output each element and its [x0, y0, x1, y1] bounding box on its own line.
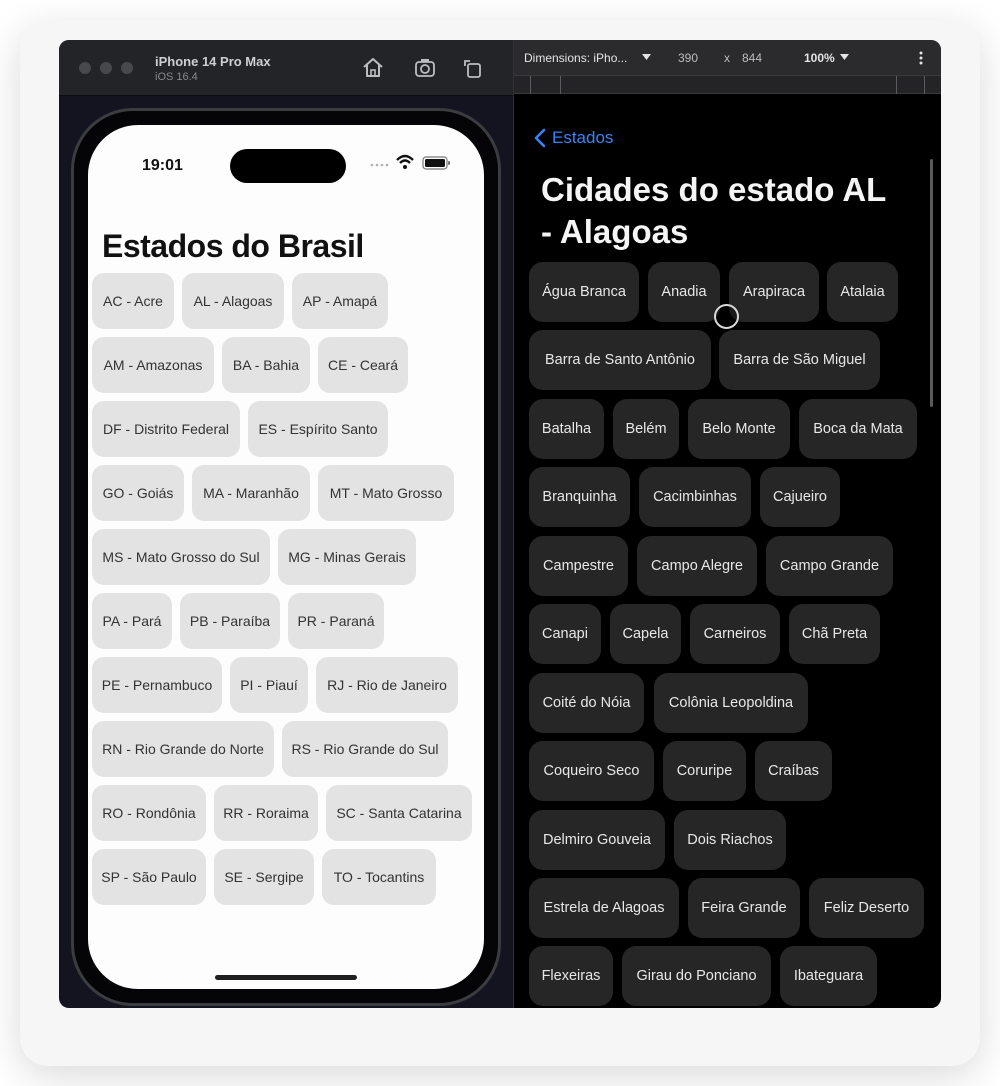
city-button[interactable]: Coqueiro Seco	[529, 741, 654, 801]
state-button-rr[interactable]: RR - Roraima	[214, 785, 318, 841]
more-options-icon[interactable]	[918, 50, 924, 66]
dimensions-separator: x	[724, 51, 730, 65]
web-viewport: Estados Cidades do estado AL - Alagoas Á…	[524, 114, 934, 1008]
city-button[interactable]: Barra de Santo Antônio	[529, 330, 711, 390]
state-button-ap[interactable]: AP - Amapá	[292, 273, 388, 329]
wifi-icon	[396, 154, 414, 169]
state-button-mg[interactable]: MG - Minas Gerais	[278, 529, 416, 585]
viewport-height-input[interactable]: 844	[742, 51, 762, 65]
city-button[interactable]: Cajueiro	[760, 467, 840, 527]
city-button[interactable]: Coruripe	[663, 741, 746, 801]
device-dimensions-select[interactable]: Dimensions: iPho...	[524, 51, 627, 65]
city-button[interactable]: Branquinha	[529, 467, 630, 527]
zoom-select[interactable]: 100%	[804, 51, 835, 65]
home-icon[interactable]	[361, 56, 385, 80]
chevron-left-icon	[534, 128, 546, 148]
city-button[interactable]: Carneiros	[690, 604, 780, 664]
state-button-ba[interactable]: BA - Bahia	[222, 337, 310, 393]
city-button[interactable]: Chã Preta	[789, 604, 880, 664]
city-button[interactable]: Boca da Mata	[799, 399, 917, 459]
city-button[interactable]: Campo Alegre	[637, 536, 757, 596]
state-button-ro[interactable]: RO - Rondônia	[92, 785, 206, 841]
state-button-ms[interactable]: MS - Mato Grosso do Sul	[92, 529, 270, 585]
state-button-sc[interactable]: SC - Santa Catarina	[326, 785, 472, 841]
city-button[interactable]: Girau do Ponciano	[622, 946, 771, 1006]
browser-device-preview: Dimensions: iPho... 390 x 844 100% Estad…	[513, 40, 941, 1008]
phone-screen: 19:01 Estados do Brasil AC - Acre AL - A…	[88, 125, 484, 989]
state-button-pr[interactable]: PR - Paraná	[288, 593, 384, 649]
screenshot-icon[interactable]	[413, 56, 437, 80]
state-button-ce[interactable]: CE - Ceará	[318, 337, 408, 393]
city-button[interactable]: Dois Riachos	[674, 810, 786, 870]
city-button[interactable]: Feira Grande	[688, 878, 800, 938]
city-button[interactable]: Ibateguara	[780, 946, 877, 1006]
city-button[interactable]: Arapiraca	[729, 262, 819, 322]
device-name: iPhone 14 Pro Max	[155, 54, 271, 69]
state-button-df[interactable]: DF - Distrito Federal	[92, 401, 240, 457]
city-button[interactable]: Anadia	[648, 262, 720, 322]
status-time: 19:01	[142, 157, 183, 174]
close-window-button[interactable]	[79, 62, 91, 74]
dropdown-caret-icon[interactable]	[642, 53, 651, 61]
city-button[interactable]: Coité do Nóia	[529, 673, 644, 733]
home-indicator[interactable]	[215, 975, 357, 980]
state-button-rn[interactable]: RN - Rio Grande do Norte	[92, 721, 274, 777]
city-button[interactable]: Belém	[613, 399, 679, 459]
page-title: Cidades do estado AL - Alagoas	[541, 171, 886, 250]
city-button[interactable]: Atalaia	[827, 262, 898, 322]
city-button[interactable]: Campo Grande	[766, 536, 893, 596]
iphone-frame: 19:01 Estados do Brasil AC - Acre AL - A…	[71, 108, 501, 1006]
page-title: Estados do Brasil	[102, 228, 364, 264]
state-button-rj[interactable]: RJ - Rio de Janeiro	[316, 657, 458, 713]
devtools-toolbar: Dimensions: iPho... 390 x 844 100%	[514, 40, 941, 76]
back-button-label: Estados	[552, 128, 614, 147]
city-button[interactable]: Feliz Deserto	[809, 878, 924, 938]
city-button[interactable]: Craíbas	[755, 741, 832, 801]
zoom-window-button[interactable]	[121, 62, 133, 74]
scrollbar-thumb[interactable]	[930, 159, 933, 407]
back-button[interactable]: Estados	[534, 126, 613, 150]
simulator-titlebar: iPhone 14 Pro Max iOS 16.4	[59, 40, 513, 96]
rotate-icon[interactable]	[461, 56, 485, 80]
city-button[interactable]: Estrela de Alagoas	[529, 878, 679, 938]
city-button[interactable]: Capela	[610, 604, 681, 664]
touch-cursor-icon	[714, 304, 739, 329]
city-button[interactable]: Colônia Leopoldina	[654, 673, 808, 733]
state-button-mt[interactable]: MT - Mato Grosso	[318, 465, 454, 521]
state-button-rs[interactable]: RS - Rio Grande do Sul	[282, 721, 448, 777]
minimize-window-button[interactable]	[100, 62, 112, 74]
state-button-ma[interactable]: MA - Maranhão	[192, 465, 310, 521]
state-button-pi[interactable]: PI - Piauí	[230, 657, 308, 713]
os-version: iOS 16.4	[155, 71, 198, 83]
state-button-se[interactable]: SE - Sergipe	[214, 849, 314, 905]
city-button[interactable]: Delmiro Gouveia	[529, 810, 665, 870]
city-button[interactable]: Água Branca	[529, 262, 639, 322]
city-button[interactable]: Belo Monte	[688, 399, 790, 459]
state-button-pe[interactable]: PE - Pernambuco	[92, 657, 222, 713]
dynamic-island	[230, 149, 346, 183]
city-button[interactable]: Barra de São Miguel	[719, 330, 880, 390]
simulator-window: iPhone 14 Pro Max iOS 16.4 19:01 Estados…	[59, 40, 513, 1008]
city-button[interactable]: Flexeiras	[529, 946, 613, 1006]
state-button-al[interactable]: AL - Alagoas	[182, 273, 284, 329]
city-button[interactable]: Batalha	[529, 399, 604, 459]
viewport-width-input[interactable]: 390	[678, 51, 698, 65]
state-button-sp[interactable]: SP - São Paulo	[92, 849, 206, 905]
media-query-ruler	[514, 76, 941, 94]
city-button[interactable]: Campestre	[529, 536, 628, 596]
battery-icon	[422, 156, 450, 170]
city-button[interactable]: Canapi	[529, 604, 601, 664]
state-button-ac[interactable]: AC - Acre	[92, 273, 174, 329]
state-button-pa[interactable]: PA - Pará	[92, 593, 172, 649]
state-button-go[interactable]: GO - Goiás	[92, 465, 184, 521]
state-button-pb[interactable]: PB - Paraíba	[180, 593, 280, 649]
cellular-signal-icon	[370, 163, 389, 167]
status-icons	[370, 154, 450, 170]
state-button-to[interactable]: TO - Tocantins	[322, 849, 436, 905]
city-button[interactable]: Cacimbinhas	[639, 467, 751, 527]
zoom-caret-icon[interactable]	[840, 53, 849, 61]
state-button-es[interactable]: ES - Espírito Santo	[248, 401, 388, 457]
state-button-am[interactable]: AM - Amazonas	[92, 337, 214, 393]
